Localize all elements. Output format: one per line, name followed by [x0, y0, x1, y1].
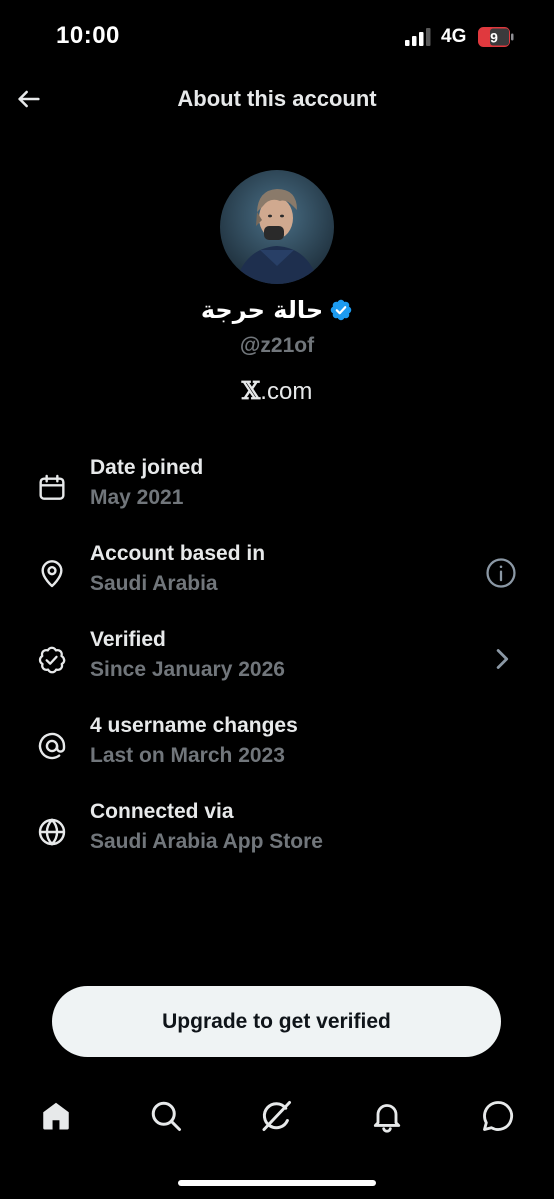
verified-badge-outline-icon	[38, 646, 66, 674]
battery-level: 9	[490, 30, 498, 46]
info-row-date-joined: Date joined May 2021	[0, 456, 554, 524]
info-title: 4 username changes	[90, 714, 298, 737]
battery-icon: 9	[478, 27, 514, 47]
info-row-connected-via: Connected via Saudi Arabia App Store	[0, 800, 554, 868]
status-time: 10:00	[56, 22, 120, 49]
upgrade-verified-button[interactable]: Upgrade to get verified	[52, 986, 501, 1057]
home-icon[interactable]	[38, 1098, 74, 1134]
chevron-right-icon[interactable]	[484, 642, 518, 676]
info-title: Account based in	[90, 542, 266, 565]
page-title: About this account	[177, 86, 377, 111]
info-subtitle: Saudi Arabia App Store	[90, 830, 323, 853]
avatar-image	[220, 170, 334, 284]
home-indicator	[178, 1180, 376, 1186]
display-name-row: حالة حرجة	[0, 296, 554, 324]
info-subtitle: Since January 2026	[90, 658, 285, 681]
bottom-nav	[0, 1090, 554, 1142]
user-handle: @z21of	[239, 334, 315, 357]
info-title: Connected via	[90, 800, 234, 823]
signal-icon	[405, 28, 431, 46]
notifications-bell-icon[interactable]	[369, 1098, 405, 1134]
site-domain-suffix: .com	[260, 378, 313, 405]
at-sign-icon	[38, 732, 66, 760]
about-account-screen: 10:00 4G 9 About this account حالة حرجة …	[0, 0, 554, 1199]
display-name: حالة حرجة	[200, 296, 324, 324]
avatar[interactable]	[220, 170, 334, 284]
info-subtitle: May 2021	[90, 486, 184, 509]
verified-badge-icon	[330, 299, 352, 321]
info-row-username-changes: 4 username changes Last on March 2023	[0, 714, 554, 782]
info-title: Date joined	[90, 456, 204, 479]
messages-icon[interactable]	[480, 1098, 516, 1134]
x-logo: 𝕏	[241, 376, 261, 405]
info-row-verified[interactable]: Verified Since January 2026	[0, 628, 554, 696]
header: About this account	[0, 74, 554, 124]
location-pin-icon	[41, 560, 63, 588]
grok-icon[interactable]	[258, 1098, 294, 1134]
network-type: 4G	[441, 26, 467, 47]
globe-icon	[38, 818, 66, 846]
info-title: Verified	[90, 628, 166, 651]
status-bar: 10:00 4G 9	[0, 0, 554, 74]
info-subtitle: Saudi Arabia	[90, 572, 218, 595]
info-row-account-location: Account based in Saudi Arabia	[0, 542, 554, 610]
search-icon[interactable]	[148, 1098, 184, 1134]
site-domain: 𝕏.com	[0, 376, 554, 406]
info-subtitle: Last on March 2023	[90, 744, 285, 767]
calendar-icon	[39, 474, 65, 500]
info-icon[interactable]	[484, 556, 518, 590]
